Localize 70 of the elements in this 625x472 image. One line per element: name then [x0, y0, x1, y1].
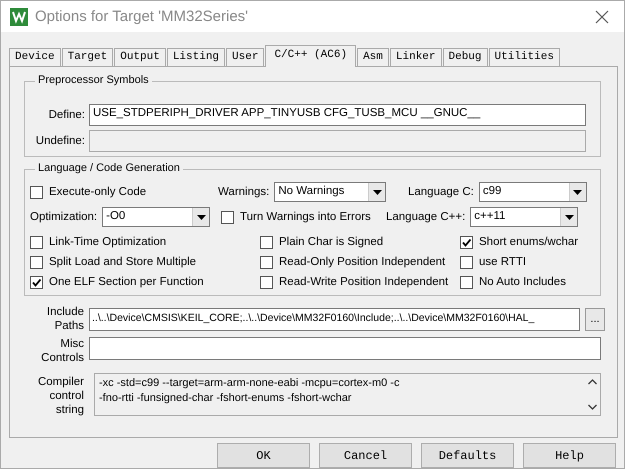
checkbox-label: Short enums/wchar	[479, 236, 578, 248]
checkbox-label: Read-Write Position Independent	[279, 276, 448, 288]
dialog-button[interactable]: Cancel	[319, 443, 412, 468]
dropdown[interactable]: No Warnings	[274, 182, 386, 202]
text-field[interactable]: USE_STDPERIPH_DRIVER APP_TINYUSB CFG_TUSB_MCU __GNUC__	[89, 104, 586, 126]
checkbox-label: No Auto Includes	[479, 276, 566, 288]
browse-button[interactable]: ...	[585, 308, 605, 330]
checkbox[interactable]	[260, 276, 273, 288]
text-line: -xc -std=c99 --target=arm-arm-none-eabi -mcpu=cortex-m0 -c	[99, 376, 400, 391]
checkmark-icon	[31, 276, 42, 288]
checkbox[interactable]	[30, 236, 43, 248]
dropdown-arrow-icon	[573, 190, 582, 194]
field-label: Define:	[48, 109, 85, 121]
checkbox-label: Link-Time Optimization	[49, 236, 166, 248]
checkbox[interactable]	[460, 256, 473, 268]
checkbox-label: Read-Only Position Independent	[279, 256, 446, 268]
text-line: -fno-rtti -funsigned-char -fshort-enums -fshort-wchar	[99, 391, 352, 406]
dialog-button[interactable]: OK	[217, 443, 310, 468]
dropdown[interactable]: c++11	[470, 207, 578, 227]
checkbox[interactable]	[221, 210, 234, 224]
tab[interactable]: Output	[114, 48, 166, 66]
checkbox-label: Split Load and Store Multiple	[49, 256, 196, 268]
field-label: Language C:	[408, 186, 474, 198]
tab[interactable]: Debug	[442, 48, 488, 66]
dialog-button[interactable]: Defaults	[421, 443, 514, 468]
app-logo-icon	[10, 8, 28, 26]
checkbox[interactable]	[460, 236, 473, 248]
field-label: Language C++:	[386, 211, 466, 223]
dropdown-arrow-icon	[564, 214, 574, 220]
tab[interactable]: Asm	[357, 48, 389, 66]
checkbox[interactable]	[30, 256, 43, 268]
dropdown[interactable]: -O0	[102, 207, 210, 227]
checkbox-label: Turn Warnings into Errors	[240, 211, 371, 223]
group-title: Language / Code Generation	[35, 162, 183, 174]
group-title: Preprocessor Symbols	[35, 74, 152, 86]
field-label: Include Paths	[46, 305, 84, 333]
dropdown[interactable]: c99	[478, 182, 587, 202]
tab[interactable]: User	[226, 48, 264, 66]
tab[interactable]: Listing	[166, 48, 226, 66]
checkbox[interactable]	[260, 236, 273, 248]
tab[interactable]: Linker	[390, 48, 442, 66]
checkbox[interactable]	[30, 276, 43, 288]
text-field[interactable]	[89, 337, 601, 360]
checkbox-label: One ELF Section per Function	[49, 276, 204, 288]
close-button[interactable]	[594, 8, 610, 24]
checkbox[interactable]	[260, 256, 273, 268]
checkbox-label: use RTTI	[479, 256, 526, 268]
tab[interactable]: Device	[9, 48, 61, 66]
text-area[interactable]: -xc -std=c99 --target=arm-arm-none-eabi -mcpu=cortex-m0 -c -fno-rtti -funsigned-char -fshort-enums -fshort-wchar	[94, 373, 601, 416]
text-field[interactable]: ..\..\Device\CMSIS\KEIL_CORE;..\..\Device\MM32F0160\Include;..\..\Device\MM32F0160\HAL_	[89, 308, 580, 330]
scroll-up-icon	[588, 379, 596, 385]
field-label: Warnings:	[218, 186, 270, 198]
checkbox-label: Execute-only Code	[49, 186, 146, 198]
field-label: Misc Controls	[40, 337, 84, 365]
dropdown-arrow-icon	[196, 214, 206, 220]
close-icon	[595, 10, 609, 24]
checkbox[interactable]	[460, 276, 473, 288]
tab[interactable]: Utilities	[488, 48, 560, 66]
field-label: Optimization:	[30, 211, 98, 223]
checkmark-icon	[461, 236, 472, 248]
field-label: Undefine:	[34, 135, 85, 147]
checkbox[interactable]	[30, 186, 43, 198]
dialog-button[interactable]: Help	[523, 443, 616, 468]
tab[interactable]: Target	[62, 48, 114, 66]
field-label: Compiler control string	[36, 375, 84, 417]
window-title: Options for Target 'MM32Series'	[35, 8, 250, 25]
tab[interactable]: C/C++ (AC6)	[265, 45, 356, 67]
checkbox-label: Plain Char is Signed	[279, 236, 384, 248]
scroll-down-icon	[588, 404, 596, 410]
dropdown-arrow-icon	[372, 190, 382, 194]
